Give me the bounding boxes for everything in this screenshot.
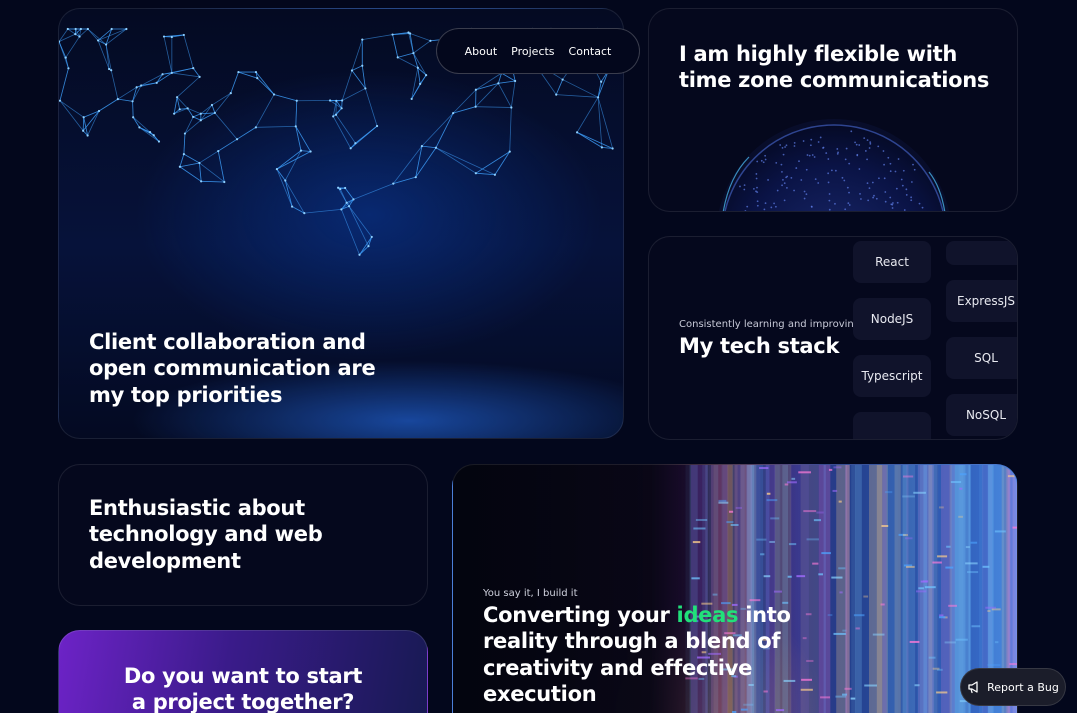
ideas-subtitle: You say it, I build it (483, 588, 578, 599)
ideas-title-highlight: ideas (676, 603, 739, 627)
tech-chip-nosql: NoSQL (946, 394, 1017, 436)
tech-chip-nodejs: NodeJS (853, 298, 931, 340)
nav-contact-link[interactable]: Contact (569, 45, 612, 58)
tech-chip-empty-left (853, 412, 931, 439)
megaphone-icon (968, 681, 978, 694)
ideas-card: You say it, I build it Converting your i… (452, 464, 1018, 713)
tech-chip-react: React (853, 241, 931, 283)
tech-chip-expressjs: ExpressJS (946, 280, 1017, 322)
timezone-card: I am highly flexible with time zone comm… (648, 8, 1018, 212)
collaboration-title: Client collaboration and open communicat… (89, 330, 376, 407)
top-nav: About Projects Contact (436, 28, 640, 74)
enthusiastic-card: Enthusiastic about technology and web de… (58, 464, 428, 606)
ideas-title: Converting your ideas into reality throu… (483, 602, 793, 707)
enthusiastic-title: Enthusiastic about technology and web de… (89, 496, 323, 573)
nav-about-link[interactable]: About (465, 45, 498, 58)
ideas-title-start: Converting your (483, 603, 677, 627)
start-project-title: Do you want to start a project together? (123, 664, 363, 713)
tech-chip-empty-right (946, 241, 1017, 265)
timezone-title: I am highly flexible with time zone comm… (679, 42, 990, 93)
tech-chip-sql: SQL (946, 337, 1017, 379)
report-bug-label: Report a Bug (987, 680, 1059, 694)
globe-image (718, 119, 950, 211)
report-bug-button[interactable]: Report a Bug (960, 668, 1066, 706)
tech-chip-typescript: Typescript (853, 355, 931, 397)
nav-projects-link[interactable]: Projects (511, 45, 554, 58)
tech-stack-card: Consistently learning and improving My t… (648, 236, 1018, 440)
tech-stack-title: My tech stack (679, 334, 840, 358)
tech-stack-subtitle: Consistently learning and improving (679, 319, 861, 330)
start-project-card[interactable]: Do you want to start a project together? (58, 630, 428, 713)
